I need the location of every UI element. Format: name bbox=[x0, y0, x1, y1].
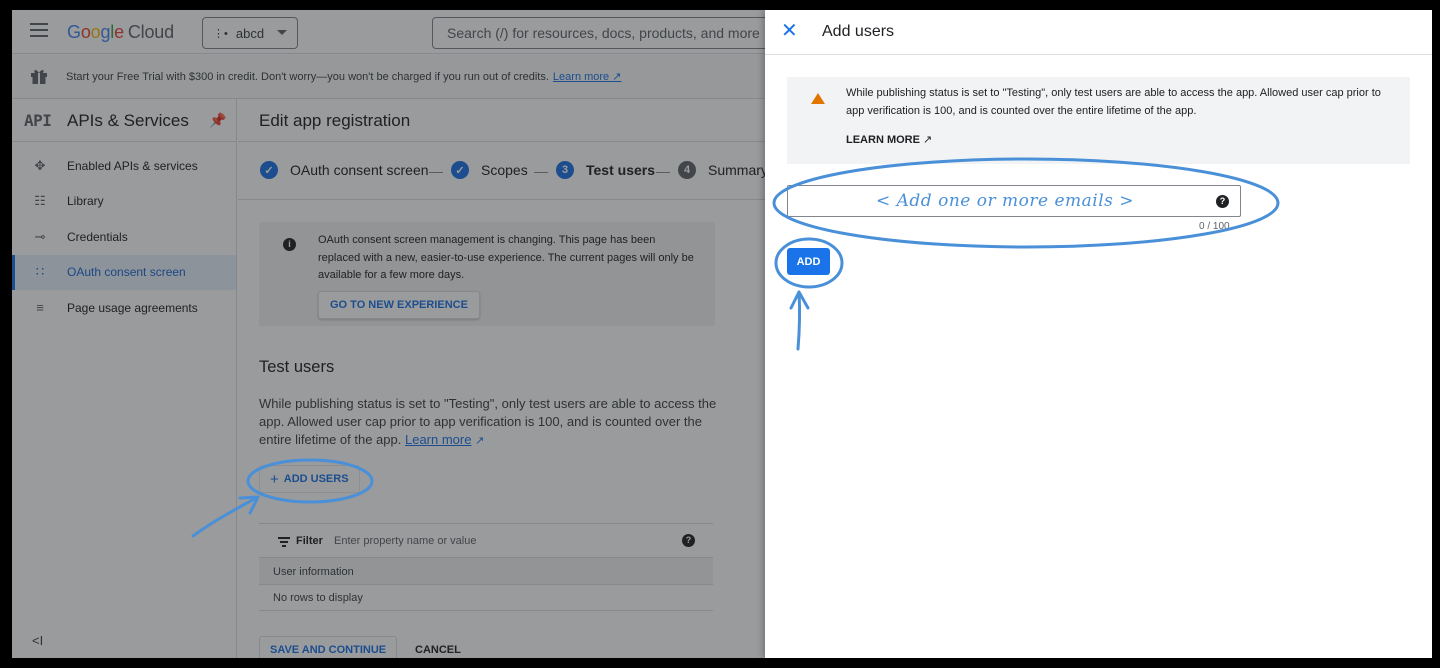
add-users-drawer: ✕ Add users While publishing status is s… bbox=[765, 10, 1432, 658]
external-link-icon: ↗ bbox=[922, 134, 933, 146]
drawer-title: Add users bbox=[822, 23, 895, 40]
close-icon[interactable]: ✕ bbox=[781, 21, 798, 41]
add-button[interactable]: ADD bbox=[787, 248, 830, 275]
warning-text: While publishing status is set to "Testi… bbox=[846, 87, 1381, 117]
learn-more-button[interactable]: LEARN MORE ↗ bbox=[846, 133, 932, 146]
warning-notice: While publishing status is set to "Testi… bbox=[787, 77, 1410, 164]
email-input[interactable]: < Add one or more emails > ? bbox=[787, 185, 1241, 217]
drawer-header: ✕ Add users bbox=[765, 10, 1432, 55]
app-window: Google Cloud ⋮• abcd Search (/) for resou… bbox=[12, 10, 1432, 658]
help-icon[interactable]: ? bbox=[1216, 195, 1229, 208]
email-counter: 0 / 100 bbox=[1199, 221, 1230, 232]
modal-scrim[interactable] bbox=[12, 10, 765, 658]
email-placeholder: < Add one or more emails > bbox=[876, 191, 1135, 211]
warning-icon bbox=[811, 93, 825, 104]
